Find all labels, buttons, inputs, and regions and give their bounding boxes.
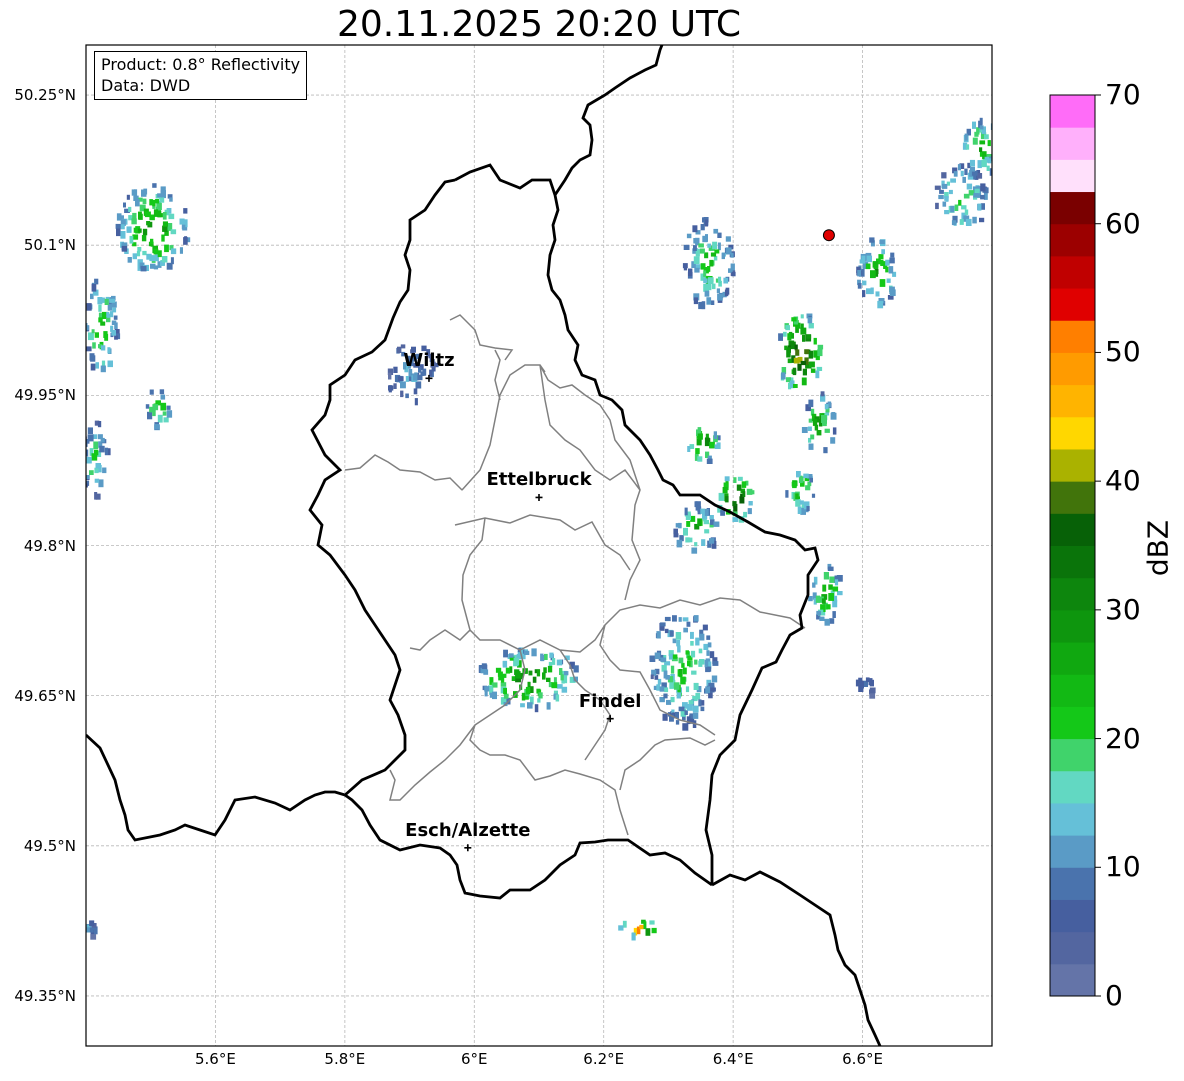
- x-tick-label: 6.2°E: [583, 1050, 625, 1068]
- colorbar-tick-label: 20: [1105, 721, 1141, 755]
- colorbar-tick-label: 10: [1105, 850, 1141, 884]
- product-info-box: Product: 0.8° Reflectivity Data: DWD: [94, 51, 308, 100]
- radar-map: [85, 44, 993, 1047]
- city-label: Esch/Alzette: [405, 819, 531, 841]
- city-label: Ettelbruck: [486, 469, 592, 491]
- x-tick-label: 6.6°E: [842, 1050, 883, 1068]
- city-label: Findel: [578, 690, 642, 712]
- y-tick-label: 50.1°N: [23, 236, 76, 255]
- x-tick-label: 6.4°E: [712, 1050, 754, 1068]
- x-tick-label: 5.6°E: [195, 1050, 236, 1068]
- city-label: Wiltz: [403, 350, 455, 372]
- colorbar-tick-label: 40: [1105, 464, 1141, 498]
- data-source-label: Data: DWD: [101, 76, 191, 95]
- x-tick-label: 6°E: [461, 1050, 488, 1068]
- colorbar-label: dBZ: [1141, 519, 1175, 577]
- colorbar-tick-label: 50: [1105, 335, 1141, 369]
- y-tick-label: 49.8°N: [23, 536, 76, 555]
- colorbar-tick-label: 60: [1105, 206, 1141, 240]
- product-label: Product: 0.8° Reflectivity: [101, 55, 301, 74]
- y-tick-label: 49.65°N: [14, 686, 76, 705]
- radar-site-marker: [822, 229, 835, 242]
- colorbar-tick-label: 70: [1105, 78, 1141, 111]
- y-tick-label: 49.35°N: [14, 986, 76, 1005]
- colorbar-tick-label: 0: [1105, 979, 1123, 1012]
- y-tick-label: 50.25°N: [14, 86, 76, 105]
- y-tick-label: 49.95°N: [14, 386, 76, 405]
- colorbar-tick-label: 30: [1105, 592, 1141, 626]
- y-tick-label: 49.5°N: [23, 836, 76, 855]
- x-tick-label: 5.8°E: [324, 1050, 366, 1068]
